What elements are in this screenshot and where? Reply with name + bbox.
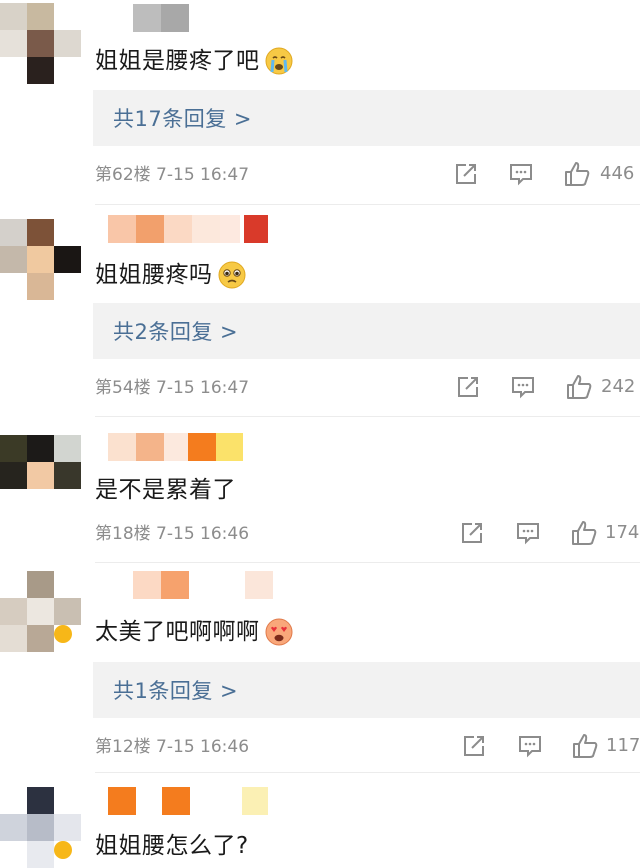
- thumbs-up-icon[interactable]: [563, 160, 591, 188]
- share-icon[interactable]: [460, 732, 488, 760]
- share-icon[interactable]: [458, 519, 486, 547]
- comment-text-content: 姐姐腰怎么了?: [95, 833, 249, 859]
- comment-actions: 117: [0, 732, 640, 764]
- comment-icon[interactable]: [514, 519, 542, 547]
- username-blurred[interactable]: [133, 4, 193, 32]
- avatar[interactable]: [0, 787, 81, 868]
- comment-icon[interactable]: [509, 373, 537, 401]
- thumbs-up-icon[interactable]: [565, 373, 593, 401]
- comment-actions: 174: [0, 519, 640, 551]
- share-icon[interactable]: [454, 373, 482, 401]
- comment-text: 太美了吧啊啊啊: [95, 615, 294, 649]
- avatar[interactable]: [0, 219, 81, 300]
- comment-item: 太美了吧啊啊啊 共1条回复 > 第12楼 7-15 16:46 117: [0, 563, 640, 773]
- username-blurred[interactable]: [108, 433, 243, 461]
- comment-text-content: 太美了吧啊啊啊: [95, 619, 260, 645]
- replies-box[interactable]: 共1条回复 >: [93, 662, 640, 718]
- comment-item: 姐姐腰疼吗 共2条回复 > 第54楼 7-15 16:47 242: [0, 205, 640, 417]
- view-replies-link[interactable]: 共2条回复 >: [113, 316, 238, 346]
- comment-text: 是不是累着了: [95, 473, 236, 507]
- username-blurred[interactable]: [108, 787, 268, 815]
- username-blurred[interactable]: [108, 215, 268, 243]
- avatar[interactable]: [0, 571, 81, 652]
- comment-icon[interactable]: [516, 732, 544, 760]
- comment-item: 姐姐腰怎么了?: [0, 773, 640, 868]
- thumbs-up-icon[interactable]: [570, 519, 598, 547]
- comment-item: 姐姐是腰疼了吧 共17条回复 > 第62楼 7-15 16:47 446: [0, 0, 640, 205]
- heart-eyes-face-icon: [265, 618, 292, 646]
- comment-text: 姐姐是腰疼了吧: [95, 44, 294, 78]
- share-icon[interactable]: [452, 160, 480, 188]
- replies-box[interactable]: 共2条回复 >: [93, 303, 640, 359]
- comment-actions: 242: [0, 373, 640, 405]
- comment-icon[interactable]: [507, 160, 535, 188]
- like-count: 446: [600, 163, 635, 184]
- avatar[interactable]: [0, 435, 81, 515]
- comment-item: 是不是累着了 第18楼 7-15 16:46 174: [0, 417, 640, 563]
- comment-actions: 446: [0, 160, 640, 192]
- crying-face-icon: [265, 47, 292, 75]
- comment-text-content: 姐姐腰疼吗: [95, 262, 213, 288]
- comment-text: 姐姐腰疼吗: [95, 258, 247, 292]
- view-replies-link[interactable]: 共17条回复 >: [113, 103, 252, 133]
- replies-box[interactable]: 共17条回复 >: [93, 90, 640, 146]
- comment-text: 姐姐腰怎么了?: [95, 829, 249, 863]
- thumbs-up-icon[interactable]: [571, 732, 599, 760]
- like-count: 242: [601, 376, 636, 397]
- comment-text-content: 姐姐是腰疼了吧: [95, 48, 260, 74]
- avatar[interactable]: [0, 3, 81, 84]
- pleading-face-icon: [218, 261, 245, 289]
- like-count: 174: [605, 522, 640, 543]
- username-blurred[interactable]: [133, 571, 273, 599]
- comment-text-content: 是不是累着了: [95, 477, 236, 503]
- like-count: 117: [606, 735, 640, 756]
- view-replies-link[interactable]: 共1条回复 >: [113, 675, 238, 705]
